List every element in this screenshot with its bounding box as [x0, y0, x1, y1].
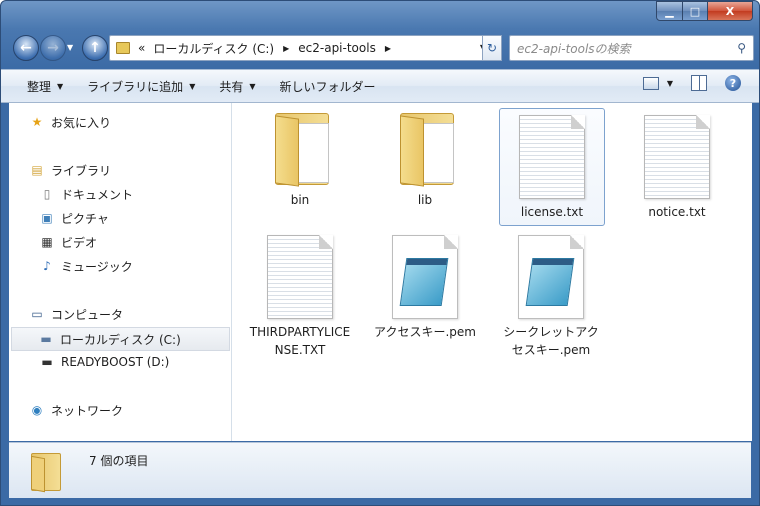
usb-drive-icon: ▬	[41, 355, 53, 369]
document-icon: ▯	[43, 187, 51, 201]
sidebar-item-label: コンピュータ	[51, 307, 124, 322]
file-name: アクセスキー.pem	[374, 325, 476, 339]
file-item-lib[interactable]: lib	[373, 109, 477, 209]
refresh-button[interactable]: ↻	[482, 35, 502, 61]
views-icon[interactable]	[642, 76, 659, 90]
preview-pane-icon[interactable]	[691, 75, 707, 91]
picture-icon: ▣	[41, 211, 53, 225]
add-to-library-button[interactable]: ライブラリに追加 ▼	[87, 78, 195, 95]
folder-icon	[394, 111, 456, 187]
item-count: 7 個の項目	[89, 454, 149, 468]
chevron-right-icon[interactable]: ▶	[283, 44, 289, 53]
star-icon: ★	[31, 115, 43, 129]
file-name: notice.txt	[648, 205, 706, 219]
sidebar-item-readyboost[interactable]: ▬ READYBOOST (D:)	[39, 351, 169, 373]
share-button[interactable]: 共有 ▼	[219, 78, 255, 95]
file-item-thirdpartylicense[interactable]: THIRDPARTYLICENSE.TXT	[248, 233, 352, 359]
new-folder-label: 新しいフォルダー	[279, 79, 376, 94]
arrow-left-icon: ←	[20, 40, 32, 56]
text-file-icon	[267, 235, 333, 319]
sidebar-item-libraries[interactable]: ▤ ライブラリ	[29, 159, 111, 181]
toolbar-right: ▼ ?	[642, 75, 741, 91]
sidebar-item-music[interactable]: ♪ ミュージック	[39, 255, 133, 277]
sidebar-item-documents[interactable]: ▯ ドキュメント	[39, 183, 133, 205]
file-item-notice[interactable]: notice.txt	[625, 113, 729, 221]
sidebar-item-label: お気に入り	[51, 115, 112, 130]
minimize-button[interactable]: ▁	[656, 1, 683, 21]
arrow-up-icon: ↑	[89, 40, 101, 56]
search-input[interactable]: ec2-api-toolsの検索	[517, 40, 631, 57]
music-icon: ♪	[43, 259, 51, 273]
chevron-right-icon[interactable]: ▶	[385, 44, 391, 53]
folder-icon	[269, 111, 331, 187]
file-item-secret-access-key[interactable]: シークレットアクセスキー.pem	[499, 233, 603, 359]
chevron-down-icon[interactable]: ▼	[667, 79, 673, 88]
navigation-bar: ← → ▼ ↑ « ローカルディスク (C:) ▶ ec2-api-tools …	[9, 32, 754, 62]
maximize-button[interactable]: □	[683, 1, 708, 21]
sidebar-item-network[interactable]: ◉ ネットワーク	[29, 399, 123, 421]
chevron-down-icon: ▼	[249, 81, 256, 91]
add-to-library-label: ライブラリに追加	[87, 79, 184, 94]
history-dropdown-icon[interactable]: ▼	[67, 43, 73, 52]
notepad-icon	[518, 235, 584, 319]
breadcrumb-local-disk[interactable]: ローカルディスク (C:)	[153, 40, 274, 57]
refresh-icon: ↻	[486, 41, 498, 55]
back-button[interactable]: ←	[13, 35, 39, 61]
sidebar-item-label: ローカルディスク (C:)	[60, 332, 181, 347]
folder-icon	[29, 451, 61, 493]
forward-button[interactable]: →	[40, 35, 66, 61]
drive-icon: ▬	[40, 332, 52, 346]
command-bar: 整理 ▼ ライブラリに追加 ▼ 共有 ▼ 新しいフォルダー ▼ ?	[1, 69, 759, 103]
sidebar-item-label: ビデオ	[61, 235, 98, 250]
up-button[interactable]: ↑	[82, 35, 108, 61]
file-name: lib	[417, 193, 433, 207]
navigation-pane: ★ お気に入り ▤ ライブラリ ▯ ドキュメント ▣ ピクチャ ▦ ビデオ ♪ …	[9, 103, 232, 441]
sidebar-item-computer[interactable]: ▭ コンピュータ	[29, 303, 123, 325]
help-icon[interactable]: ?	[725, 75, 741, 91]
organize-button[interactable]: 整理 ▼	[27, 78, 63, 95]
sidebar-item-pictures[interactable]: ▣ ピクチャ	[39, 207, 109, 229]
breadcrumb-overflow[interactable]: «	[138, 41, 145, 55]
text-file-icon	[644, 115, 710, 199]
video-icon: ▦	[41, 235, 53, 249]
library-icon: ▤	[31, 163, 43, 177]
file-item-access-key[interactable]: アクセスキー.pem	[373, 233, 477, 341]
network-icon: ◉	[31, 403, 43, 417]
breadcrumb-ec2-api-tools[interactable]: ec2-api-tools	[298, 41, 376, 55]
new-folder-button[interactable]: 新しいフォルダー	[280, 78, 376, 95]
details-pane: 7 個の項目	[9, 442, 751, 498]
sidebar-item-label: ピクチャ	[61, 211, 109, 226]
computer-icon: ▭	[31, 307, 43, 321]
sidebar-item-favorites[interactable]: ★ お気に入り	[29, 111, 111, 133]
sidebar-item-local-disk[interactable]: ▬ ローカルディスク (C:)	[11, 327, 230, 351]
file-list: bin lib license.txt notice.txt THIRDPART…	[232, 103, 752, 441]
file-name: シークレットアクセスキー.pem	[503, 325, 599, 357]
file-item-bin[interactable]: bin	[248, 109, 352, 209]
search-icon[interactable]: ⚲	[737, 41, 746, 55]
address-bar[interactable]: « ローカルディスク (C:) ▶ ec2-api-tools ▶ ▼	[109, 35, 497, 61]
folder-icon	[116, 42, 130, 54]
sidebar-item-label: ライブラリ	[51, 163, 112, 178]
sidebar-item-label: READYBOOST (D:)	[61, 355, 170, 369]
breadcrumb: « ローカルディスク (C:) ▶ ec2-api-tools ▶	[138, 40, 400, 57]
explorer-window: ▁ □ X ← → ▼ ↑ « ローカルディスク (C:) ▶ ec2-api-…	[0, 0, 760, 506]
organize-label: 整理	[27, 79, 52, 94]
share-label: 共有	[219, 79, 244, 94]
close-button[interactable]: X	[708, 1, 753, 21]
arrow-right-icon: →	[47, 40, 59, 56]
search-box[interactable]: ec2-api-toolsの検索 ⚲	[509, 35, 754, 61]
caption-buttons: ▁ □ X	[656, 1, 753, 21]
text-file-icon	[519, 115, 585, 199]
notepad-icon	[392, 235, 458, 319]
file-item-license[interactable]: license.txt	[499, 108, 605, 226]
chevron-down-icon: ▼	[189, 81, 196, 91]
file-name: license.txt	[520, 205, 584, 219]
chevron-down-icon: ▼	[57, 81, 64, 91]
sidebar-item-label: ネットワーク	[51, 403, 124, 418]
file-name: bin	[290, 193, 310, 207]
sidebar-item-label: ドキュメント	[61, 187, 134, 202]
sidebar-item-label: ミュージック	[61, 259, 133, 274]
sidebar-item-videos[interactable]: ▦ ビデオ	[39, 231, 97, 253]
file-name: THIRDPARTYLICENSE.TXT	[249, 325, 351, 357]
